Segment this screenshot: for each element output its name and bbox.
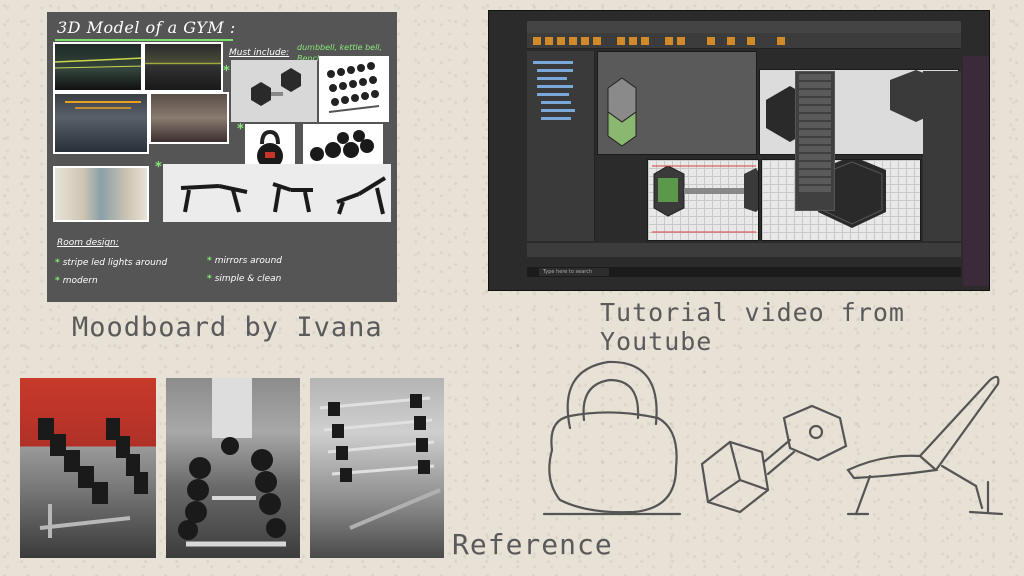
menu-bar — [527, 21, 961, 33]
star-icon: * — [223, 64, 230, 79]
gym-interior-photo — [53, 92, 149, 154]
gym-interior-photo — [143, 42, 223, 92]
reference-photo-dumbbell-tree — [166, 378, 300, 558]
room-design-item: * modern — [55, 276, 98, 286]
gym-interior-photo — [149, 92, 229, 144]
side-strip — [963, 56, 989, 286]
dumbbell-rack-photo — [319, 56, 389, 122]
channel-box — [923, 71, 961, 241]
timeline — [527, 243, 961, 257]
star-icon: * — [237, 122, 244, 137]
room-design-item: * mirrors around — [207, 256, 282, 266]
gym-interior-photo — [53, 166, 149, 222]
must-include-label: Must include: — [229, 48, 290, 58]
tutorial-video-screenshot: Type here to search — [488, 10, 990, 291]
bench-photos — [163, 164, 391, 222]
tutorial-caption: Tutorial video from Youtube — [600, 298, 905, 356]
title-underline — [55, 39, 233, 41]
gym-interior-photo — [53, 42, 143, 92]
tool-shelf — [527, 33, 961, 49]
dumbbell-photo — [231, 60, 317, 122]
star-icon: * — [155, 160, 162, 175]
taskbar-search[interactable]: Type here to search — [539, 268, 609, 276]
moodboard-caption: Moodboard by Ivana — [72, 312, 383, 343]
kettlebell-sketch — [542, 360, 682, 516]
moodboard-title: 3D Model of a GYM : — [57, 18, 236, 37]
context-menu — [795, 71, 835, 211]
room-design-item: * stripe led lights around — [55, 258, 168, 268]
room-design-label: Room design: — [57, 238, 119, 248]
perspective-viewport — [597, 51, 757, 155]
reference-photo-dumbbell-rack — [20, 378, 156, 558]
outliner-panel — [527, 51, 595, 241]
reference-caption: Reference — [452, 528, 613, 561]
front-viewport — [761, 159, 921, 241]
side-viewport — [647, 159, 759, 241]
bench-sketch — [846, 375, 1004, 516]
reference-photo-barbell-rack — [310, 378, 444, 558]
moodboard-panel: 3D Model of a GYM : Must include: dumbbe… — [47, 12, 397, 302]
dumbbell-sketch — [700, 404, 848, 514]
kettlebell-set-photo — [303, 124, 383, 168]
room-design-item: * simple & clean — [207, 274, 282, 284]
